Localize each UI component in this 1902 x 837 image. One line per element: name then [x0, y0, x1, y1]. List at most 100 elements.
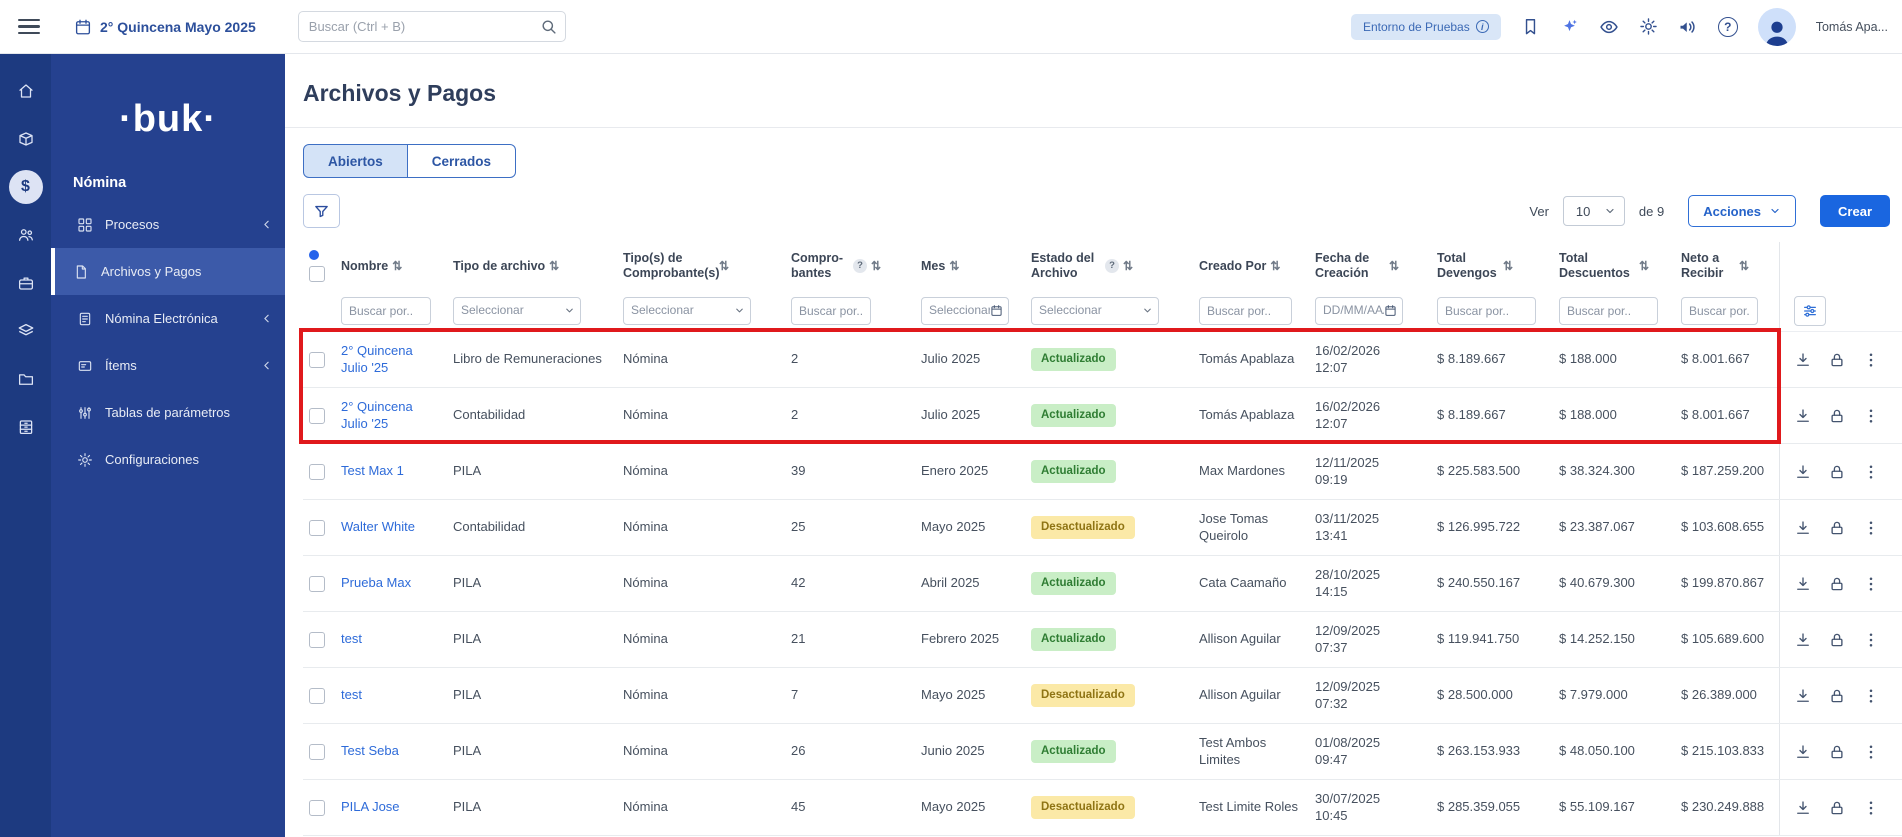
- filter-creado-por-input[interactable]: [1199, 296, 1293, 325]
- sidebar-item-procesos[interactable]: Procesos: [51, 201, 285, 248]
- kebab-menu-icon[interactable]: [1862, 463, 1880, 481]
- col-header-tipo-comprobantes[interactable]: Tipo(s) de Comprobante(s) ⇅: [623, 251, 791, 281]
- tab-abiertos[interactable]: Abiertos: [303, 144, 408, 178]
- row-checkbox[interactable]: [309, 519, 325, 536]
- sort-icon[interactable]: ⇅: [1389, 259, 1399, 274]
- download-icon[interactable]: [1794, 743, 1812, 761]
- row-checkbox[interactable]: [309, 799, 325, 816]
- filter-comprobantes-input[interactable]: [791, 296, 871, 325]
- sort-icon[interactable]: ⇅: [1739, 259, 1749, 274]
- eye-icon[interactable]: [1599, 17, 1619, 37]
- file-name-link[interactable]: test: [341, 687, 362, 702]
- lock-icon[interactable]: [1828, 799, 1846, 817]
- column-settings-button[interactable]: [1794, 295, 1826, 326]
- col-header-comprobantes[interactable]: Compro-bantes ? ⇅: [791, 251, 921, 281]
- cabinet-icon[interactable]: [17, 418, 35, 436]
- filter-fecha-datepicker[interactable]: DD/MM/AAAA: [1315, 296, 1403, 325]
- tab-cerrados[interactable]: Cerrados: [407, 144, 517, 178]
- kebab-menu-icon[interactable]: [1862, 519, 1880, 537]
- sort-icon[interactable]: ⇅: [1639, 259, 1649, 274]
- briefcase-icon[interactable]: [17, 274, 35, 292]
- filter-descuentos-input[interactable]: [1559, 296, 1658, 325]
- col-header-mes[interactable]: Mes ⇅: [921, 259, 1031, 274]
- acciones-button[interactable]: Acciones: [1688, 195, 1797, 227]
- lock-icon[interactable]: [1828, 743, 1846, 761]
- download-icon[interactable]: [1794, 575, 1812, 593]
- kebab-menu-icon[interactable]: [1862, 351, 1880, 369]
- col-header-devengos[interactable]: Total Devengos ⇅: [1437, 251, 1559, 281]
- download-icon[interactable]: [1794, 351, 1812, 369]
- sidebar-item-configuraciones[interactable]: Configuraciones: [51, 436, 285, 483]
- lock-icon[interactable]: [1828, 575, 1846, 593]
- download-icon[interactable]: [1794, 799, 1812, 817]
- search-input[interactable]: [308, 19, 540, 34]
- file-name-link[interactable]: PILA Jose: [341, 799, 400, 814]
- sort-icon[interactable]: ⇅: [949, 259, 959, 274]
- download-icon[interactable]: [1794, 687, 1812, 705]
- col-header-fecha[interactable]: Fecha de Creación ⇅: [1315, 251, 1437, 281]
- sidebar-item-items[interactable]: Ítems: [51, 342, 285, 389]
- user-name[interactable]: Tomás Apa...: [1816, 20, 1888, 34]
- filter-nombre-input[interactable]: [341, 296, 431, 325]
- sidebar-item-tablas-de-parametros[interactable]: Tablas de parámetros: [51, 389, 285, 436]
- gear-icon[interactable]: [1639, 17, 1658, 36]
- file-name-link[interactable]: test: [341, 631, 362, 646]
- sort-icon[interactable]: ⇅: [1123, 259, 1133, 274]
- home-icon[interactable]: [17, 82, 35, 100]
- kebab-menu-icon[interactable]: [1862, 631, 1880, 649]
- hamburger-menu-icon[interactable]: [18, 18, 40, 35]
- page-size-select[interactable]: 10: [1562, 196, 1625, 226]
- select-all-checkbox[interactable]: [309, 266, 325, 282]
- sort-icon[interactable]: ⇅: [392, 259, 402, 274]
- row-checkbox[interactable]: [309, 463, 325, 480]
- help-icon[interactable]: ?: [853, 259, 867, 273]
- row-checkbox[interactable]: [309, 407, 325, 424]
- sidebar-item-nomina-electronica[interactable]: Nómina Electrónica: [51, 295, 285, 342]
- col-header-creado-por[interactable]: Creado Por ⇅: [1199, 259, 1315, 274]
- folder-icon[interactable]: [17, 370, 35, 388]
- search-icon[interactable]: [540, 18, 557, 35]
- kebab-menu-icon[interactable]: [1862, 407, 1880, 425]
- col-header-tipo-archivo[interactable]: Tipo de archivo ⇅: [453, 259, 623, 274]
- filter-tipo-archivo-select[interactable]: Seleccionar: [453, 296, 581, 325]
- file-name-link[interactable]: Test Seba: [341, 743, 399, 758]
- period-selector[interactable]: 2° Quincena Mayo 2025: [74, 18, 256, 36]
- box-icon[interactable]: [17, 130, 35, 148]
- download-icon[interactable]: [1794, 519, 1812, 537]
- row-checkbox[interactable]: [309, 687, 325, 704]
- col-header-descuentos[interactable]: Total Descuentos ⇅: [1559, 251, 1681, 281]
- lock-icon[interactable]: [1828, 407, 1846, 425]
- payroll-dollar-icon[interactable]: $: [8, 170, 43, 204]
- col-header-nombre[interactable]: Nombre ⇅: [341, 259, 453, 274]
- col-header-estado[interactable]: Estado del Archivo ? ⇅: [1031, 251, 1199, 281]
- kebab-menu-icon[interactable]: [1862, 743, 1880, 761]
- megaphone-icon[interactable]: [1678, 17, 1698, 37]
- filter-estado-select[interactable]: Seleccionar: [1031, 296, 1159, 325]
- col-header-neto[interactable]: Neto a Recibir ⇅: [1681, 251, 1779, 281]
- help-icon[interactable]: ?: [1105, 259, 1119, 273]
- kebab-menu-icon[interactable]: [1862, 687, 1880, 705]
- kebab-menu-icon[interactable]: [1862, 575, 1880, 593]
- sort-icon[interactable]: ⇅: [719, 259, 729, 274]
- download-icon[interactable]: [1794, 463, 1812, 481]
- file-name-link[interactable]: 2° Quincena Julio '25: [341, 343, 413, 374]
- filter-mes-datepicker[interactable]: Seleccionar: [921, 296, 1009, 325]
- sidebar-item-archivos-y-pagos[interactable]: Archivos y Pagos: [51, 248, 285, 295]
- lock-icon[interactable]: [1828, 687, 1846, 705]
- lock-icon[interactable]: [1828, 631, 1846, 649]
- filter-funnel-button[interactable]: [303, 194, 340, 228]
- row-checkbox[interactable]: [309, 631, 325, 648]
- lock-icon[interactable]: [1828, 519, 1846, 537]
- people-icon[interactable]: [17, 226, 35, 244]
- help-icon[interactable]: ?: [1717, 16, 1738, 37]
- file-name-link[interactable]: Test Max 1: [341, 463, 404, 478]
- sort-icon[interactable]: ⇅: [549, 259, 559, 274]
- kebab-menu-icon[interactable]: [1862, 799, 1880, 817]
- file-name-link[interactable]: Walter White: [341, 519, 415, 534]
- sort-icon[interactable]: ⇅: [1270, 259, 1280, 274]
- sparkle-icon[interactable]: [1560, 17, 1579, 36]
- download-icon[interactable]: [1794, 631, 1812, 649]
- user-avatar[interactable]: [1757, 7, 1796, 46]
- filter-devengos-input[interactable]: [1437, 296, 1536, 325]
- bookmark-icon[interactable]: [1521, 17, 1540, 36]
